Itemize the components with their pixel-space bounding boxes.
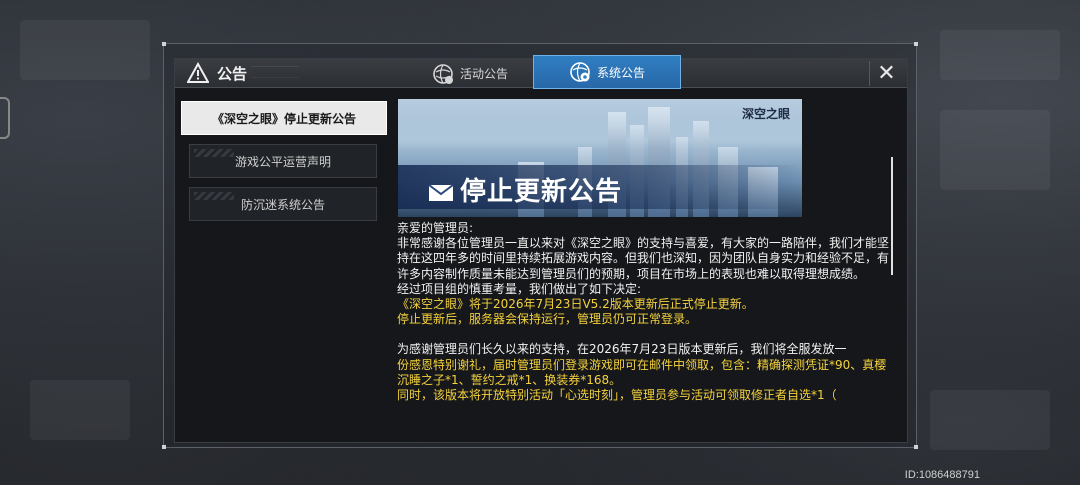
notice-decision: 《深空之眼》将于2026年7月23日V5.2版本更新后正式停止更新。 [397,297,754,312]
dialog-title-text: 公告 [217,64,248,83]
sidebar-item-label: 《深空之眼》停止更新公告 [211,111,356,126]
notice-greeting: 亲爱的管理员: [397,221,474,235]
notice-event: 同时，该版本将开放特别活动「心选时刻」，管理员参与活动可领取修正者自选*1（ [397,388,837,403]
dialog-header: 公告 活动公告 系统公告 ✕ [175,55,907,89]
notice-decision: 停止更新后，服务器会保持运行，管理员仍可正常登录。 [397,312,698,327]
announcement-content[interactable]: 深空之眼 停止更新公告 亲爱的管理员: 非常感谢各位管理员一直以来对《深空之眼》… [397,99,903,444]
tab-system-label: 系统公告 [596,65,645,80]
game-logo: 深空之眼 [741,107,790,121]
announcement-banner: 深空之眼 停止更新公告 [398,99,802,217]
mail-icon [428,180,454,201]
announcement-dialog: 公告 活动公告 系统公告 ✕ 《深空之眼》停止更新公告 游戏公平运营声明 防沉迷… [162,42,918,449]
close-icon: ✕ [877,61,896,86]
globe-gear-icon [569,61,591,83]
notice-paragraph: 非常感谢各位管理员一直以来对《深空之眼》的支持与喜爱，有大家的一路陪伴，我们才能… [397,236,890,281]
sidebar-item-fair-operation[interactable]: 游戏公平运营声明 [189,144,377,178]
close-button[interactable]: ✕ [869,61,903,86]
tab-activity-announcement[interactable]: 活动公告 [415,59,525,88]
notice-body: 亲爱的管理员: 非常感谢各位管理员一直以来对《深空之眼》的支持与喜爱，有大家的一… [397,221,897,403]
player-id-label: ID:1086488791 [904,469,980,481]
sidebar-item-anti-addiction[interactable]: 防沉迷系统公告 [189,187,377,221]
stripe-decoration [194,149,234,157]
warning-icon [186,61,210,84]
side-collapse-handle[interactable] [0,97,10,139]
notice-reward: 份感恩特别谢礼，届时管理员们登录游戏即可在邮件中领取，包含：精确探测凭证*90、… [397,357,887,387]
globe-alert-icon [432,63,454,85]
dialog-title: 公告 [186,61,248,84]
banner-title: 停止更新公告 [428,171,622,208]
notice-paragraph: 为感谢管理员们长久以来的支持，在2026年7月23日版本更新后，我们将全服发放一 [397,342,847,357]
dialog-panel: 公告 活动公告 系统公告 ✕ 《深空之眼》停止更新公告 游戏公平运营声明 防沉迷… [174,55,908,444]
header-decoration [251,66,299,78]
announcement-list: 《深空之眼》停止更新公告 游戏公平运营声明 防沉迷系统公告 [181,101,389,230]
sidebar-item-label: 游戏公平运营声明 [234,154,331,169]
sidebar-item-label: 防沉迷系统公告 [240,197,325,212]
content-scrollbar[interactable] [891,157,893,275]
stripe-decoration [194,192,234,200]
notice-paragraph: 经过项目组的慎重考量，我们做出了如下决定: [397,281,642,296]
banner-title-text: 停止更新公告 [460,177,623,207]
tab-system-announcement[interactable]: 系统公告 [533,55,681,89]
sidebar-item-stop-update[interactable]: 《深空之眼》停止更新公告 [181,101,387,135]
tab-activity-label: 活动公告 [459,67,508,81]
